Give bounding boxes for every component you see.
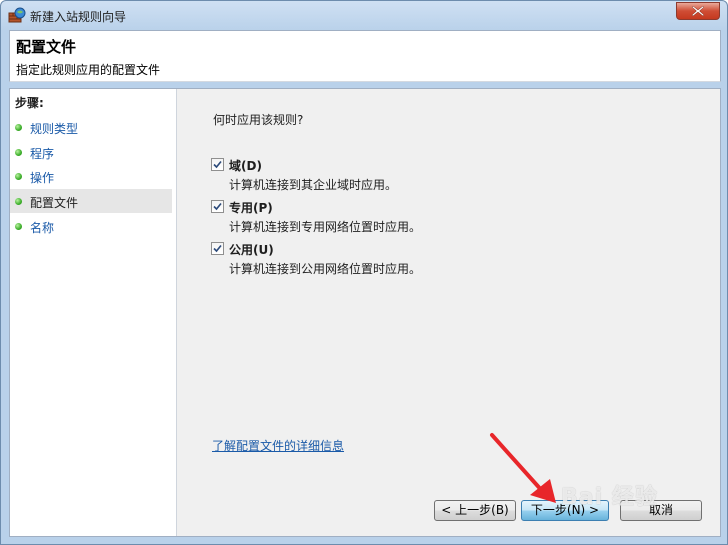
domain-checkbox[interactable] xyxy=(211,158,224,171)
sidebar-item-profile[interactable]: 配置文件 xyxy=(10,189,172,213)
learn-more-link[interactable]: 了解配置文件的详细信息 xyxy=(212,437,344,454)
sidebar-item-name[interactable]: 名称 xyxy=(10,214,172,238)
option-label[interactable]: 域(D) xyxy=(229,157,262,174)
sidebar-item-label: 操作 xyxy=(30,171,55,185)
page-title: 配置文件 xyxy=(16,38,77,56)
title-bar[interactable]: 新建入站规则向导 xyxy=(1,1,727,30)
checkmark-icon xyxy=(213,160,222,169)
wizard-content: 步骤: 规则类型 程序 操作 配置文件 名称 何时应用该规则? 域(D) 计算机… xyxy=(9,88,721,537)
public-checkbox[interactable] xyxy=(211,242,224,255)
option-label[interactable]: 专用(P) xyxy=(229,199,273,216)
checkmark-icon xyxy=(213,202,222,211)
watermark: Bai 经验 xyxy=(561,485,658,510)
sidebar-item-program[interactable]: 程序 xyxy=(10,140,172,164)
sidebar-item-label: 配置文件 xyxy=(30,196,79,210)
status-dot-icon xyxy=(15,149,22,156)
close-icon xyxy=(692,6,704,16)
option-description: 计算机连接到专用网络位置时应用。 xyxy=(229,220,422,234)
option-description: 计算机连接到其企业域时应用。 xyxy=(229,178,398,192)
annotation-arrow-icon xyxy=(490,433,556,503)
main-panel: 何时应用该规则? 域(D) 计算机连接到其企业域时应用。 专用(P) 计算机连接… xyxy=(177,89,720,536)
firewall-icon xyxy=(8,7,26,23)
close-button[interactable] xyxy=(676,2,720,20)
window-title: 新建入站规则向导 xyxy=(30,10,127,24)
question-text: 何时应用该规则? xyxy=(213,113,304,127)
page-subtitle: 指定此规则应用的配置文件 xyxy=(16,63,161,77)
status-dot-icon xyxy=(15,124,22,131)
status-dot-icon xyxy=(15,173,22,180)
sidebar-item-action[interactable]: 操作 xyxy=(10,164,172,188)
sidebar-item-label: 程序 xyxy=(30,147,55,161)
sidebar-item-label: 规则类型 xyxy=(30,122,79,136)
sidebar-item-rule-type[interactable]: 规则类型 xyxy=(10,115,172,139)
steps-title: 步骤: xyxy=(15,96,44,110)
wizard-header: 配置文件 指定此规则应用的配置文件 xyxy=(9,30,721,82)
option-description: 计算机连接到公用网络位置时应用。 xyxy=(229,262,422,276)
private-checkbox[interactable] xyxy=(211,200,224,213)
status-dot-icon xyxy=(15,223,22,230)
wizard-window: 新建入站规则向导 配置文件 指定此规则应用的配置文件 步骤: 规则类型 程序 操… xyxy=(0,0,728,545)
status-dot-icon xyxy=(15,198,22,205)
checkmark-icon xyxy=(213,244,222,253)
steps-sidebar: 步骤: 规则类型 程序 操作 配置文件 名称 xyxy=(10,89,177,536)
option-label[interactable]: 公用(U) xyxy=(229,241,274,258)
sidebar-item-label: 名称 xyxy=(30,221,55,235)
